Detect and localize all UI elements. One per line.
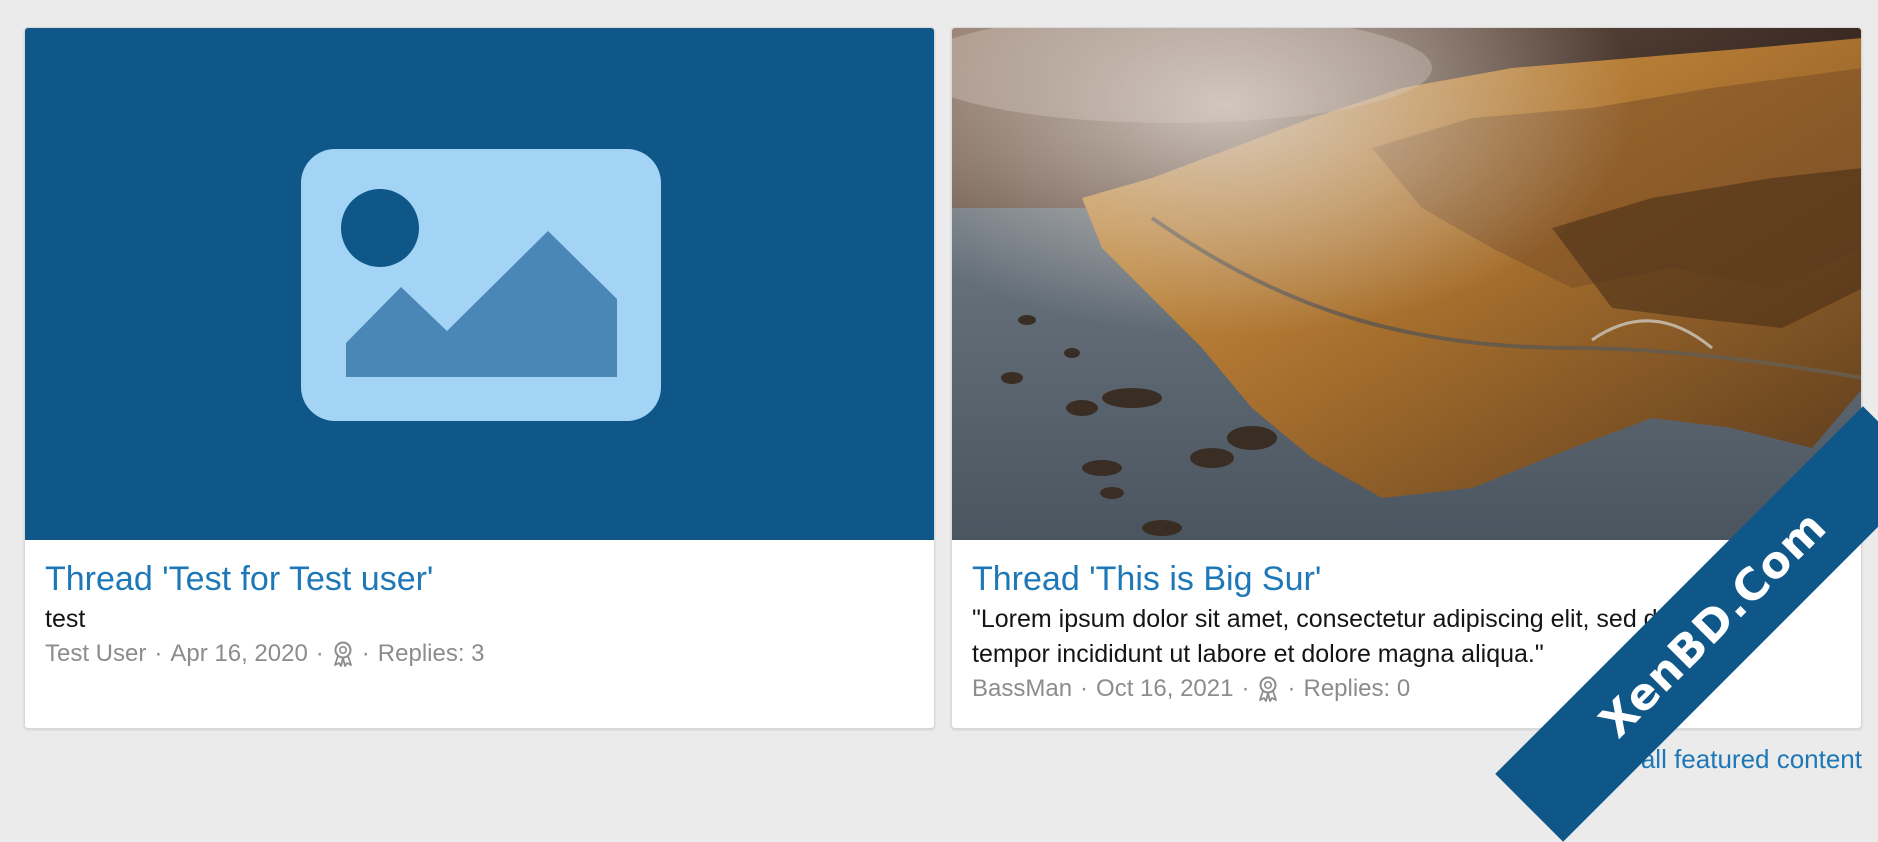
card-date[interactable]: Apr 16, 2020 <box>170 637 307 671</box>
meta-separator: · <box>146 637 170 671</box>
card-meta: Test User · Apr 16, 2020 · · Replies: 3 <box>45 637 914 671</box>
card-author[interactable]: BassMan <box>972 672 1072 706</box>
card-thumbnail[interactable] <box>952 28 1862 540</box>
placeholder-image-icon <box>301 149 661 421</box>
meta-separator: · <box>1072 672 1096 706</box>
card-thumbnail[interactable] <box>25 28 935 540</box>
card-date[interactable]: Oct 16, 2021 <box>1096 672 1233 706</box>
card-snippet: test <box>45 602 914 637</box>
featured-card[interactable]: Thread 'Test for Test user' test Test Us… <box>24 27 935 729</box>
card-title-link[interactable]: Thread 'Test for Test user' <box>45 558 914 600</box>
award-icon <box>1257 676 1279 702</box>
featured-content-grid: Thread 'Test for Test user' test Test Us… <box>24 27 1862 729</box>
meta-separator: · <box>1279 672 1303 706</box>
card-replies: Replies: 3 <box>378 637 485 671</box>
meta-separator: · <box>308 637 332 671</box>
meta-separator: · <box>1233 672 1257 706</box>
award-icon <box>332 641 354 667</box>
landscape-photo <box>952 28 1862 540</box>
meta-separator: · <box>354 637 378 671</box>
card-author[interactable]: Test User <box>45 637 146 671</box>
card-replies: Replies: 0 <box>1303 672 1410 706</box>
